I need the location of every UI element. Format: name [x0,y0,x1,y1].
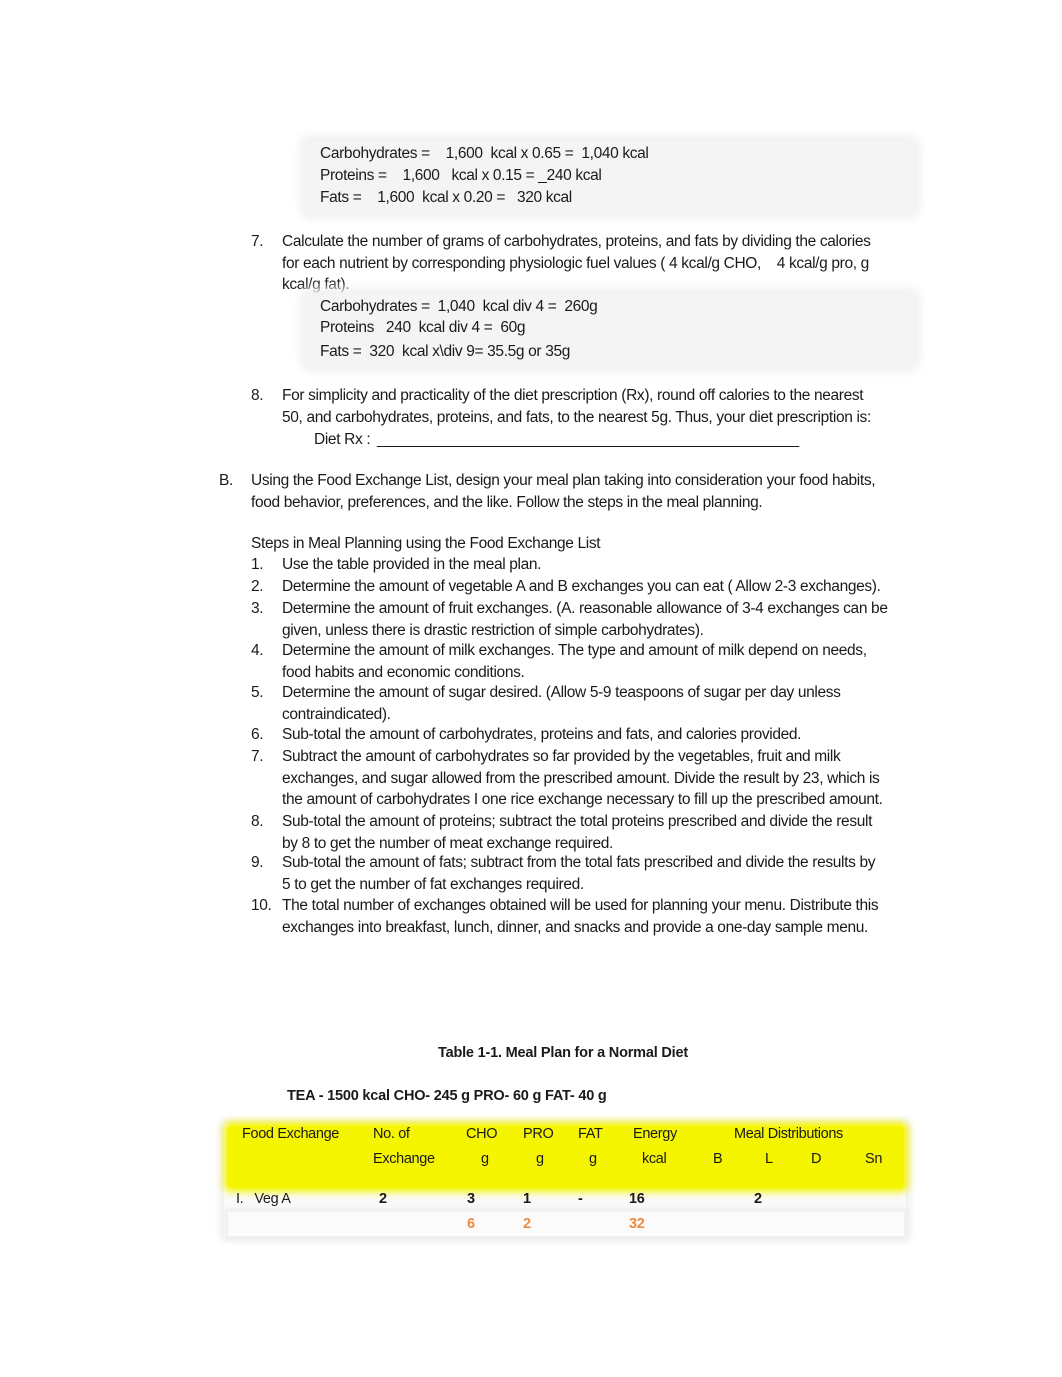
step-text-line: Sub-total the amount of carbohydrates, p… [282,726,802,743]
header-lunch: L [765,1151,773,1167]
table-title: Table 1-1. Meal Plan for a Normal Diet [438,1045,688,1061]
table-row-totals-bg [228,1212,904,1236]
header-pro: PRO [523,1126,554,1142]
step-number: 5. [251,684,264,701]
step-text-line: by 8 to get the number of meat exchange … [282,834,613,852]
row-fat: - [578,1191,583,1207]
header-snacks: Sn [865,1151,883,1167]
step-text-line: Sub-total the amount of proteins; subtra… [282,813,873,830]
header-dinner: D [811,1151,822,1167]
step8-number: 8. [251,387,264,404]
step-text-line: contraindicated). [282,705,391,723]
header-fat-unit: g [589,1151,597,1167]
step-text-line: Determine the amount of fruit exchanges.… [282,600,888,617]
header-fat: FAT [578,1126,603,1142]
steps-title: Steps in Meal Planning using the Food Ex… [251,535,601,552]
step-text-line: 5 to get the number of fat exchanges req… [282,875,584,893]
header-no-of: No. of [373,1126,410,1142]
calc-fats-grams: Fats = 320 kcal x\div 9= 35.5g or 35g [320,343,571,360]
calc-proteins-grams: Proteins 240 kcal div 4 = 60g [320,319,526,336]
calc-carbohydrates-grams: Carbohydrates = 1,040 kcal div 4 = 260g [320,298,598,315]
header-energy-unit: kcal [642,1151,667,1167]
calc-proteins-kcal: Proteins = 1,600 kcal x 0.15 = _240 kcal [320,167,602,184]
step7-line: for each nutrient by corresponding physi… [282,255,869,272]
header-energy: Energy [633,1126,677,1142]
row-pro: 1 [523,1191,531,1207]
step-number: 3. [251,600,264,617]
row-cho: 3 [467,1191,475,1207]
document-page: Carbohydrates = 1,600 kcal x 0.65 = 1,04… [0,0,1062,1377]
step-text-line: given, unless there is drastic restricti… [282,621,704,639]
step-text-line: Sub-total the amount of fats; subtract f… [282,854,876,871]
step8-line: 50, and carbohydrates, proteins, and fat… [282,409,871,426]
step-text-line: the amount of carbohydrates I one rice e… [282,791,883,808]
tea-prescription-line: TEA - 1500 kcal CHO- 245 g PRO- 60 g FAT… [287,1088,607,1104]
calc-carbohydrates-kcal: Carbohydrates = 1,600 kcal x 0.65 = 1,04… [320,145,649,162]
header-cho-unit: g [481,1151,489,1167]
section-b-line: food behavior, preferences, and the like… [251,494,763,511]
step-number: 1. [251,556,264,573]
section-b-line: Using the Food Exchange List, design you… [251,472,876,489]
header-breakfast: B [713,1151,723,1167]
row-total-pro: 2 [523,1216,531,1232]
row-total-energy: 32 [629,1216,645,1232]
diet-rx-blank-field[interactable]: ________________________________________… [377,429,799,450]
step-number: 6. [251,726,264,743]
step8-line: For simplicity and practicality of the d… [282,387,864,404]
row-label: I. Veg A [236,1191,291,1207]
row-energy: 16 [629,1191,645,1207]
step7-number: 7. [251,233,264,250]
step-number: 9. [251,854,264,871]
header-food-exchange: Food Exchange [242,1126,340,1142]
section-b-letter: B. [219,472,233,489]
row-total-cho: 6 [467,1216,475,1232]
row-no-of-exchange[interactable]: 2 [379,1189,387,1210]
step-number: 2. [251,578,264,595]
step7-line: kcal/g fat). [282,276,350,293]
step-text-line: Determine the amount of sugar desired. (… [282,684,841,701]
step-text-line: Use the table provided in the meal plan. [282,556,542,573]
step-number: 10. [251,897,272,914]
step-text-line: exchanges, and sugar allowed from the pr… [282,769,880,787]
step-text-line: The total number of exchanges obtained w… [282,897,879,914]
step-text-line: Determine the amount of vegetable A and … [282,578,881,595]
header-cho: CHO [466,1126,498,1142]
header-pro-unit: g [536,1151,544,1167]
step7-line: Calculate the number of grams of carbohy… [282,233,871,250]
diet-rx-label: Diet Rx : [314,431,371,448]
header-meal-distributions: Meal Distributions [734,1126,843,1142]
step-number: 8. [251,813,264,830]
calc-fats-kcal: Fats = 1,600 kcal x 0.20 = 320 kcal [320,189,572,206]
step-number: 4. [251,642,264,659]
step-text-line: food habits and economic conditions. [282,663,525,681]
header-exchange: Exchange [373,1151,435,1167]
step-number: 7. [251,748,264,765]
step-text-line: Subtract the amount of carbohydrates so … [282,748,841,765]
row-lunch[interactable]: 2 [754,1189,762,1210]
step-text-line: exchanges into breakfast, lunch, dinner,… [282,918,868,936]
step-text-line: Determine the amount of milk exchanges. … [282,642,867,659]
